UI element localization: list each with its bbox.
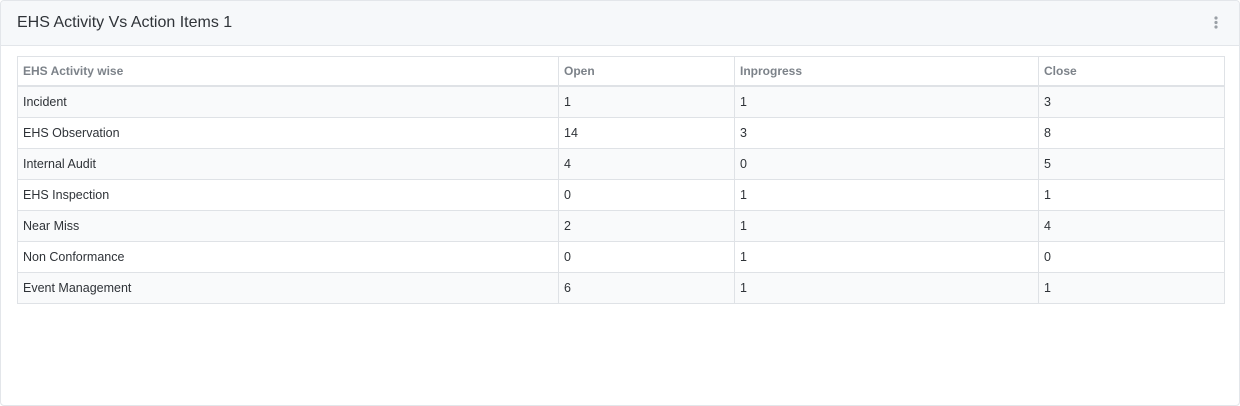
- cell-activity: Internal Audit: [17, 148, 559, 180]
- cell-activity: EHS Observation: [17, 117, 559, 149]
- cell-close: 1: [1038, 272, 1225, 304]
- table-row: Event Management 6 1 1: [17, 272, 1225, 304]
- table-row: EHS Observation 14 3 8: [17, 117, 1225, 149]
- table-row: Non Conformance 0 1 0: [17, 241, 1225, 273]
- cell-activity: Event Management: [17, 272, 559, 304]
- more-vertical-icon[interactable]: [1211, 15, 1221, 31]
- cell-open: 0: [558, 241, 735, 273]
- cell-activity: EHS Inspection: [17, 179, 559, 211]
- cell-close: 0: [1038, 241, 1225, 273]
- column-header-open[interactable]: Open: [558, 56, 735, 87]
- cell-activity: Near Miss: [17, 210, 559, 242]
- activity-table: EHS Activity wise Open Inprogress Close …: [17, 56, 1225, 304]
- cell-close: 5: [1038, 148, 1225, 180]
- cell-close: 4: [1038, 210, 1225, 242]
- widget-header: EHS Activity Vs Action Items 1: [1, 1, 1239, 46]
- cell-open: 1: [558, 85, 735, 118]
- cell-close: 3: [1038, 85, 1225, 118]
- cell-close: 1: [1038, 179, 1225, 211]
- cell-open: 2: [558, 210, 735, 242]
- table-row: Near Miss 2 1 4: [17, 210, 1225, 242]
- cell-inprogress: 0: [734, 148, 1039, 180]
- table-header-row: EHS Activity wise Open Inprogress Close: [17, 56, 1225, 87]
- cell-open: 0: [558, 179, 735, 211]
- column-header-close[interactable]: Close: [1038, 56, 1225, 87]
- cell-activity: Non Conformance: [17, 241, 559, 273]
- cell-inprogress: 1: [734, 85, 1039, 118]
- column-header-activity[interactable]: EHS Activity wise: [17, 56, 559, 87]
- widget-title: EHS Activity Vs Action Items 1: [17, 14, 233, 31]
- cell-activity: Incident: [17, 85, 559, 118]
- table-row: Incident 1 1 3: [17, 85, 1225, 118]
- cell-open: 6: [558, 272, 735, 304]
- cell-close: 8: [1038, 117, 1225, 149]
- column-header-inprogress[interactable]: Inprogress: [734, 56, 1039, 87]
- cell-open: 14: [558, 117, 735, 149]
- cell-inprogress: 1: [734, 241, 1039, 273]
- cell-open: 4: [558, 148, 735, 180]
- cell-inprogress: 1: [734, 179, 1039, 211]
- table-row: Internal Audit 4 0 5: [17, 148, 1225, 180]
- table-row: EHS Inspection 0 1 1: [17, 179, 1225, 211]
- cell-inprogress: 3: [734, 117, 1039, 149]
- cell-inprogress: 1: [734, 272, 1039, 304]
- activity-table-container: EHS Activity wise Open Inprogress Close …: [17, 56, 1225, 304]
- cell-inprogress: 1: [734, 210, 1039, 242]
- widget-card: EHS Activity Vs Action Items 1 EHS Activ…: [0, 0, 1240, 406]
